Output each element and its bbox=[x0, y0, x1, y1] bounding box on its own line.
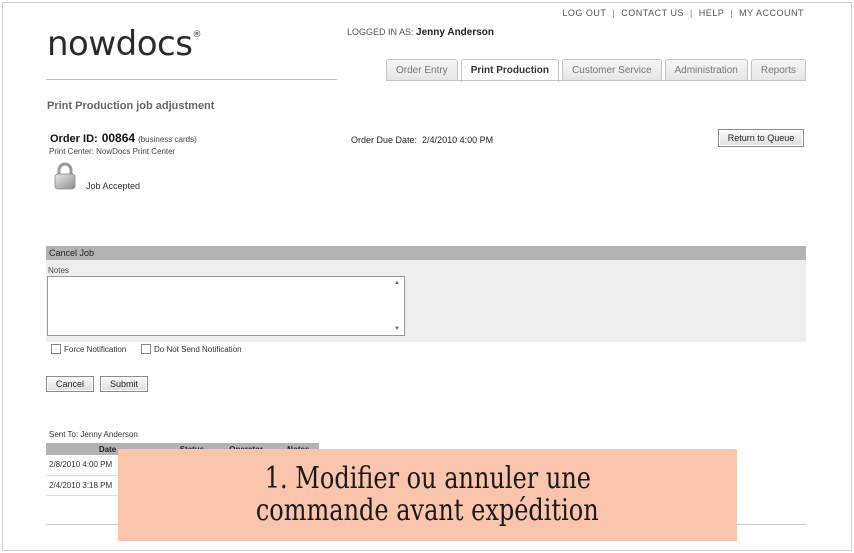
submit-button[interactable]: Submit bbox=[100, 376, 148, 392]
notes-scrollbar[interactable]: ▲ ▼ bbox=[392, 278, 403, 334]
logo[interactable]: nowdocs® bbox=[47, 24, 201, 64]
top-links: LOG OUT | CONTACT US | HELP | MY ACCOUNT bbox=[562, 8, 804, 18]
notes-label: Notes bbox=[48, 266, 69, 275]
print-center: Print Center: NowDocs Print Center bbox=[49, 147, 176, 156]
tabs-divider bbox=[386, 80, 806, 81]
help-link[interactable]: HELP bbox=[699, 8, 725, 18]
page-title: Print Production job adjustment bbox=[47, 100, 215, 112]
tab-print-production[interactable]: Print Production bbox=[460, 59, 560, 82]
job-status: Job Accepted bbox=[86, 181, 141, 191]
order-id: 00864 bbox=[101, 131, 136, 145]
lock-icon bbox=[54, 162, 76, 190]
do-not-send-option[interactable]: Do Not Send Notification bbox=[141, 344, 242, 354]
order-due-date: Order Due Date: 2/4/2010 4:00 PM bbox=[351, 135, 493, 145]
sent-to: Sent To: Jenny Anderson bbox=[49, 430, 138, 439]
logged-in-user: LOGGED IN AS: Jenny Anderson bbox=[347, 27, 494, 38]
my-account-link[interactable]: MY ACCOUNT bbox=[739, 8, 804, 18]
return-to-queue-button[interactable]: Return to Queue bbox=[718, 129, 804, 147]
caption-banner: 1. Modifier ou annuler une commande avan… bbox=[118, 449, 737, 541]
contact-us-link[interactable]: CONTACT US bbox=[621, 8, 684, 18]
tab-order-entry[interactable]: Order Entry bbox=[386, 59, 458, 81]
order-id-label: Order ID: bbox=[50, 133, 98, 145]
logged-in-label: LOGGED IN AS: bbox=[347, 27, 414, 37]
force-notification-checkbox[interactable] bbox=[51, 344, 61, 354]
do-not-send-label: Do Not Send Notification bbox=[154, 344, 242, 354]
tab-reports[interactable]: Reports bbox=[750, 59, 806, 81]
order-type: (business cards) bbox=[138, 135, 197, 144]
due-date-value: 2/4/2010 4:00 PM bbox=[422, 135, 494, 145]
cancel-job-header: Cancel Job bbox=[46, 246, 806, 260]
do-not-send-checkbox[interactable] bbox=[141, 344, 151, 354]
cancel-button[interactable]: Cancel bbox=[46, 376, 94, 392]
force-notification-option[interactable]: Force Notification bbox=[51, 344, 126, 354]
scroll-down-icon[interactable]: ▼ bbox=[394, 326, 400, 332]
tab-administration[interactable]: Administration bbox=[664, 59, 748, 81]
order-header: Order ID: 00864 (business cards) bbox=[50, 131, 197, 145]
tab-customer-service[interactable]: Customer Service bbox=[562, 59, 662, 81]
logo-text: nowdocs bbox=[47, 24, 193, 64]
logo-divider bbox=[46, 79, 337, 80]
notes-textarea[interactable] bbox=[47, 276, 405, 336]
registered-mark: ® bbox=[192, 30, 201, 40]
banner-line-2: commande avant expédition bbox=[256, 493, 599, 528]
main-tabs: Order Entry Print Production Customer Se… bbox=[386, 59, 806, 82]
logout-link[interactable]: LOG OUT bbox=[562, 8, 606, 18]
banner-line-1: 1. Modifier ou annuler une bbox=[264, 461, 591, 496]
scroll-up-icon[interactable]: ▲ bbox=[394, 280, 400, 286]
due-date-label: Order Due Date: bbox=[351, 135, 418, 145]
user-name: Jenny Anderson bbox=[416, 27, 495, 38]
force-notification-label: Force Notification bbox=[64, 344, 127, 354]
